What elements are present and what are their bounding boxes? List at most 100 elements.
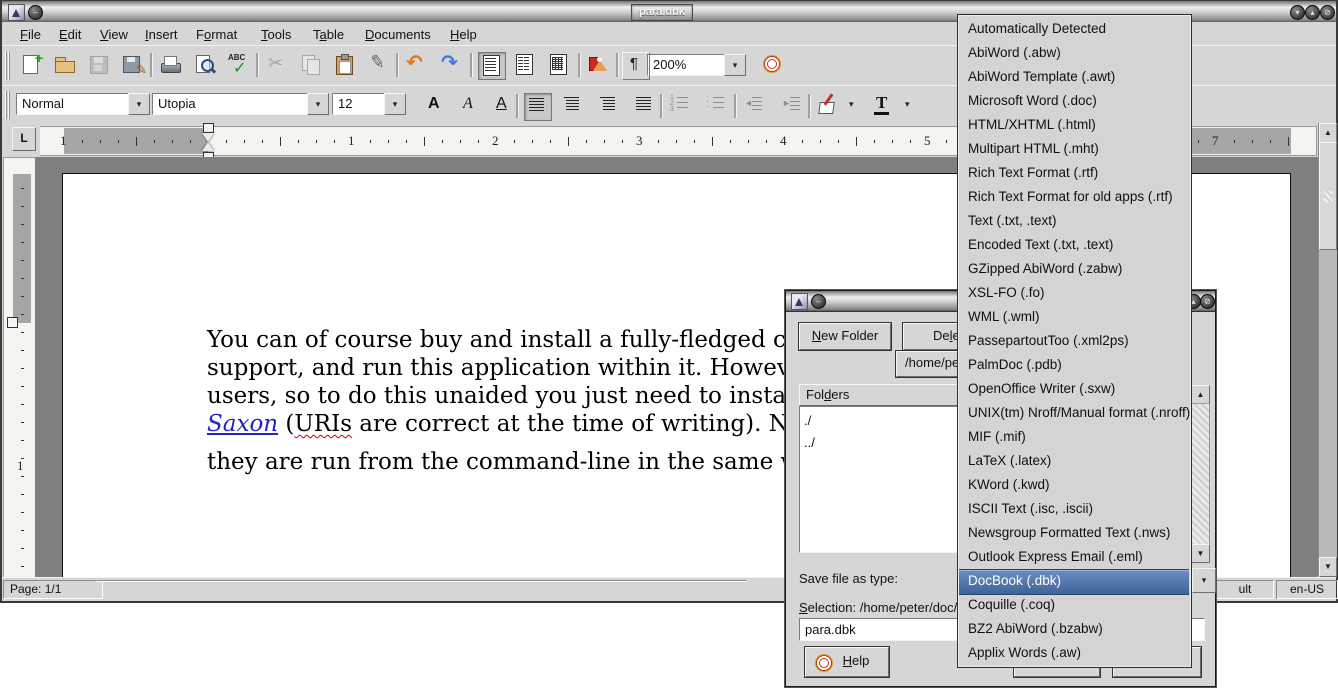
format-option[interactable]: Applix Words (.aw) (959, 641, 1190, 665)
size-combo-arrow[interactable]: ▾ (384, 93, 406, 115)
stylus-icon[interactable]: ✎ (366, 52, 392, 78)
maximize-button[interactable]: ▴ (1305, 5, 1320, 20)
format-option[interactable]: Rich Text Format for old apps (.rtf) (959, 185, 1190, 209)
print-preview-icon[interactable] (192, 52, 218, 78)
view-print-icon[interactable] (546, 52, 572, 78)
format-option[interactable]: ISCII Text (.isc, .iscii) (959, 497, 1190, 521)
save-as-icon[interactable]: ✎ (120, 52, 146, 78)
font-combo[interactable]: Utopia (152, 93, 317, 115)
help-button[interactable]: Help (805, 647, 889, 677)
numbered-list-icon[interactable]: 123 (668, 93, 694, 119)
shade-button[interactable]: ▾ (1290, 5, 1305, 20)
menu-item-documents[interactable]: Documents (365, 26, 431, 43)
style-combo[interactable]: Normal (16, 93, 138, 115)
status-language[interactable]: en-US (1276, 580, 1338, 599)
menu-item-insert[interactable]: Insert (145, 26, 178, 43)
format-option[interactable]: WML (.wml) (959, 305, 1190, 329)
menu-item-file[interactable]: File (20, 26, 41, 43)
folders-list-header[interactable]: Folders (799, 384, 961, 406)
copy-icon[interactable] (298, 52, 324, 78)
menu-item-table[interactable]: Table (313, 26, 344, 43)
style-combo-arrow[interactable]: ▾ (128, 93, 150, 115)
bullet-list-icon[interactable]: ··· (704, 93, 730, 119)
highlight-caret-icon[interactable]: ▾ (844, 93, 870, 119)
new-folder-button[interactable]: New Folder (799, 323, 891, 350)
underline-icon[interactable]: A (490, 93, 516, 119)
format-option[interactable]: Multipart HTML (.mht) (959, 137, 1190, 161)
format-option[interactable]: LaTeX (.latex) (959, 449, 1190, 473)
first-line-indent-marker[interactable] (203, 123, 214, 133)
format-option[interactable]: Encoded Text (.txt, .text) (959, 233, 1190, 257)
redo-icon[interactable]: ↷ (438, 52, 464, 78)
format-option[interactable]: AbiWord Template (.awt) (959, 65, 1190, 89)
align-left-icon[interactable] (524, 93, 552, 121)
font-color-caret-icon[interactable]: ▾ (900, 93, 926, 119)
increase-indent-icon[interactable]: ► (780, 93, 806, 119)
dialog-close-button[interactable]: ⊘ (1200, 294, 1215, 309)
cut-icon[interactable]: ✂ (264, 52, 290, 78)
align-justify-icon[interactable] (632, 93, 658, 119)
highlight-color-icon[interactable] (816, 93, 842, 119)
format-option[interactable]: XSL-FO (.fo) (959, 281, 1190, 305)
format-option[interactable]: Microsoft Word (.doc) (959, 89, 1190, 113)
menu-item-help[interactable]: Help (450, 26, 477, 43)
menu-item-edit[interactable]: Edit (59, 26, 81, 43)
font-combo-arrow[interactable]: ▾ (307, 93, 329, 115)
help-icon[interactable] (760, 52, 786, 78)
bold-icon[interactable]: A (422, 93, 448, 119)
files-scroll-up-button[interactable]: ▲ (1191, 385, 1210, 404)
paste-icon[interactable] (332, 52, 358, 78)
format-option[interactable]: PalmDoc (.pdb) (959, 353, 1190, 377)
scrollbar-thumb[interactable] (1319, 142, 1337, 250)
italic-icon[interactable]: A (456, 93, 482, 119)
format-option[interactable]: KWord (.kwd) (959, 473, 1190, 497)
vertical-ruler[interactable]: 1 (3, 157, 36, 579)
format-option[interactable]: Newsgroup Formatted Text (.nws) (959, 521, 1190, 545)
new-document-icon[interactable]: + (18, 52, 44, 78)
scroll-down-button[interactable]: ▼ (1319, 557, 1337, 577)
left-indent-marker-top[interactable] (202, 133, 214, 142)
save-file-icon[interactable] (86, 52, 112, 78)
format-option[interactable]: OpenOffice Writer (.sxw) (959, 377, 1190, 401)
toolbar-grip[interactable] (5, 91, 10, 119)
undo-icon[interactable]: ↶ (404, 52, 430, 78)
folders-listbox[interactable]: ./ ../ (799, 406, 959, 553)
view-normal-icon[interactable] (478, 52, 506, 80)
menu-item-format[interactable]: Format (196, 26, 237, 43)
scroll-up-button[interactable]: ▲ (1319, 123, 1337, 143)
format-option-selected[interactable]: DocBook (.dbk) (959, 569, 1189, 595)
dialog-menu-button[interactable]: – (811, 294, 826, 309)
font-color-icon[interactable]: T (870, 93, 896, 119)
save-type-combo-arrow[interactable]: ▾ (1192, 568, 1216, 593)
close-button[interactable]: ⊘ (1320, 5, 1335, 20)
align-center-icon[interactable] (560, 93, 586, 119)
pilcrow-icon[interactable]: ¶ (622, 52, 650, 80)
top-margin-marker[interactable] (7, 317, 18, 328)
zoom-combo[interactable]: 200% (647, 54, 731, 76)
tab-selector-button[interactable]: L (12, 127, 36, 151)
print-icon[interactable] (158, 52, 184, 78)
insert-image-icon[interactable] (586, 52, 612, 78)
saxon-hyperlink[interactable]: Saxon (207, 411, 278, 437)
folder-list-item[interactable]: ../ (804, 435, 815, 450)
view-web-icon[interactable] (512, 52, 538, 78)
files-scrollbar-track[interactable] (1191, 403, 1210, 545)
open-file-icon[interactable] (52, 52, 78, 78)
format-option[interactable]: UNIX(tm) Nroff/Manual format (.nroff) (959, 401, 1190, 425)
vertical-scrollbar[interactable]: ▲ ▼ (1318, 123, 1337, 576)
format-option[interactable]: Rich Text Format (.rtf) (959, 161, 1190, 185)
menu-item-view[interactable]: View (100, 26, 128, 43)
format-option[interactable]: GZipped AbiWord (.zabw) (959, 257, 1190, 281)
format-option[interactable]: AbiWord (.abw) (959, 41, 1190, 65)
format-option[interactable]: MIF (.mif) (959, 425, 1190, 449)
format-option[interactable]: HTML/XHTML (.html) (959, 113, 1190, 137)
format-option[interactable]: Coquille (.coq) (959, 593, 1190, 617)
files-scroll-down-button[interactable]: ▼ (1191, 544, 1210, 563)
spellcheck-icon[interactable]: ABC✓ (226, 52, 252, 78)
decrease-indent-icon[interactable]: ◄ (742, 93, 768, 119)
format-option[interactable]: BZ2 AbiWord (.bzabw) (959, 617, 1190, 641)
folder-list-item[interactable]: ./ (804, 413, 811, 428)
align-right-icon[interactable] (596, 93, 622, 119)
toolbar-grip[interactable] (5, 52, 10, 80)
left-indent-marker-bottom[interactable] (202, 142, 214, 151)
